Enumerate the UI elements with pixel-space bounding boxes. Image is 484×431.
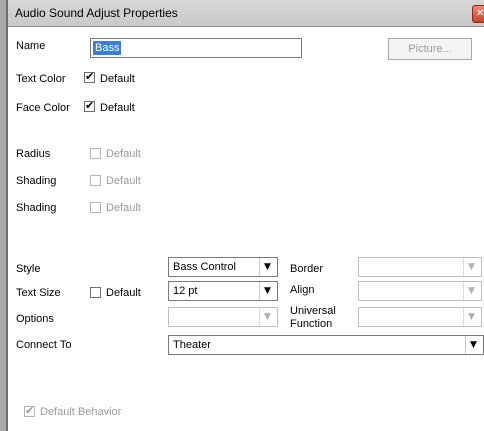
shading-label-1: Shading — [16, 175, 57, 187]
border-dropdown[interactable]: ▼ — [358, 257, 482, 277]
options-dropdown[interactable]: ▼ — [168, 307, 278, 327]
picture-button[interactable]: Picture... — [388, 38, 472, 60]
chevron-down-icon: ▼ — [468, 286, 475, 296]
text-size-label: Text Size — [16, 287, 61, 299]
check-icon: ✔ — [25, 404, 35, 417]
properties-dialog-window: Audio Sound Adjust Properties ✕ Name Bas… — [0, 0, 484, 431]
text-color-label: Text Color — [16, 73, 66, 85]
close-button[interactable]: ✕ — [472, 5, 484, 23]
style-label: Style — [16, 263, 41, 275]
dialog-body: Name Bass Picture... Text Color ✔ Defaul… — [8, 27, 484, 431]
chevron-down-icon: ▼ — [470, 340, 477, 350]
text-size-default-checkbox[interactable] — [90, 287, 101, 298]
text-size-dropdown-arrow[interactable]: ▼ — [259, 282, 277, 300]
window-title: Audio Sound Adjust Properties — [15, 6, 178, 20]
border-label: Border — [290, 263, 324, 275]
options-dropdown-arrow[interactable]: ▼ — [259, 308, 277, 326]
chevron-down-icon: ▼ — [264, 286, 271, 296]
universal-function-label-line1: Universal — [290, 305, 336, 317]
connect-to-value: Theater — [173, 339, 211, 351]
name-label: Name — [16, 40, 46, 52]
radius-default-label: Default — [106, 148, 141, 160]
radius-label: Radius — [16, 148, 51, 160]
default-behavior-checkbox[interactable]: ✔ — [24, 404, 35, 417]
universal-function-dropdown-arrow[interactable]: ▼ — [463, 308, 481, 326]
text-color-default-checkbox[interactable]: ✔ — [84, 70, 95, 83]
universal-function-dropdown[interactable]: ▼ — [358, 307, 482, 327]
text-size-value: 12 pt — [173, 285, 198, 297]
border-dropdown-arrow[interactable]: ▼ — [463, 258, 481, 276]
shading-default-label-1: Default — [106, 175, 141, 187]
left-window-edge — [0, 0, 8, 431]
radius-default-checkbox[interactable] — [90, 148, 101, 159]
chevron-down-icon: ▼ — [468, 312, 475, 322]
shading-label-2: Shading — [16, 202, 57, 214]
align-dropdown[interactable]: ▼ — [358, 281, 482, 301]
text-size-default-label: Default — [106, 287, 141, 299]
universal-function-label-line2: Function — [290, 318, 333, 330]
close-icon: ✕ — [476, 8, 484, 19]
chevron-down-icon: ▼ — [264, 262, 271, 272]
face-color-label: Face Color — [16, 102, 70, 114]
options-label: Options — [16, 313, 54, 325]
name-value: Bass — [93, 41, 122, 55]
check-icon: ✔ — [85, 70, 95, 83]
style-value: Bass Control — [173, 261, 236, 273]
align-label: Align — [290, 284, 315, 296]
align-dropdown-arrow[interactable]: ▼ — [463, 282, 481, 300]
face-color-default-label: Default — [100, 102, 135, 114]
shading-default-checkbox-2[interactable] — [90, 202, 101, 213]
text-color-default-label: Default — [100, 73, 135, 85]
connect-to-dropdown-arrow[interactable]: ▼ — [465, 336, 483, 354]
chevron-down-icon: ▼ — [264, 312, 271, 322]
text-size-dropdown[interactable]: 12 pt ▼ — [168, 281, 278, 301]
shading-default-label-2: Default — [106, 202, 141, 214]
default-behavior-label: Default Behavior — [40, 406, 122, 418]
connect-to-label: Connect To — [16, 339, 72, 351]
style-dropdown[interactable]: Bass Control ▼ — [168, 257, 278, 277]
chevron-down-icon: ▼ — [468, 262, 475, 272]
check-icon: ✔ — [85, 99, 95, 112]
shading-default-checkbox-1[interactable] — [90, 175, 101, 186]
name-input[interactable]: Bass — [90, 38, 302, 58]
style-dropdown-arrow[interactable]: ▼ — [259, 258, 277, 276]
face-color-default-checkbox[interactable]: ✔ — [84, 99, 95, 112]
connect-to-dropdown[interactable]: Theater ▼ — [168, 335, 484, 355]
title-bar[interactable]: Audio Sound Adjust Properties ✕ — [8, 0, 484, 27]
